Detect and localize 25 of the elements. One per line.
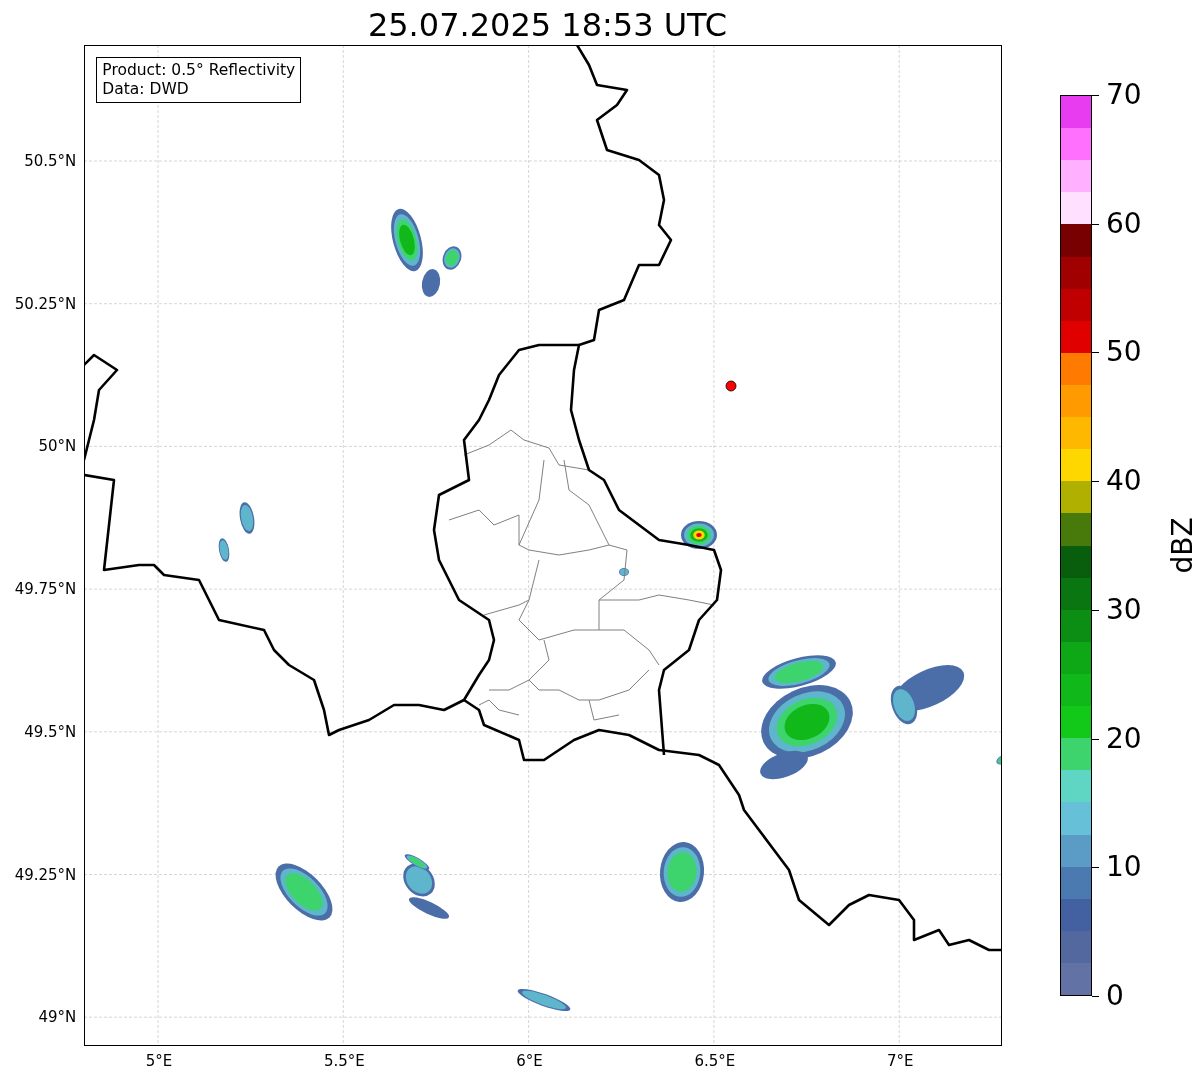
scale-label: 50 [1106, 338, 1142, 367]
radar-site-marker [725, 380, 737, 392]
longitude-label: 5°E [145, 1052, 173, 1070]
longitude-label: 6°E [516, 1052, 543, 1070]
latitude-label: 50.25°N [14, 294, 77, 313]
legend-text: Product: 0.5° Reflectivity [102, 61, 296, 80]
scale-unit-label: dBZ [1165, 517, 1199, 574]
longitude-label: 5.5°E [323, 1052, 365, 1070]
legend-text: Data: DWD [102, 80, 190, 99]
latitude-label: 50.5°N [24, 152, 77, 170]
scale-label: 60 [1106, 209, 1142, 238]
latitude-label: 49°N [38, 1008, 77, 1027]
longitude-label: 7°E [886, 1052, 914, 1070]
longitude-label: 6.5°E [694, 1052, 736, 1070]
scale-label: 70 [1106, 81, 1142, 109]
scale-label: 20 [1106, 724, 1142, 753]
latitude-label: 49.75°N [14, 580, 77, 599]
scale-label: 40 [1106, 467, 1142, 496]
scale-label: 30 [1106, 595, 1142, 624]
latitude-label: 49.5°N [24, 722, 77, 741]
chart-title: 25.07.2025 18:53 UTC [367, 5, 728, 45]
scale-label: 10 [1106, 853, 1142, 882]
latitude-label: 50°N [38, 437, 77, 456]
scale-label: 0 [1106, 982, 1124, 1010]
latitude-label: 49.25°N [14, 865, 77, 884]
